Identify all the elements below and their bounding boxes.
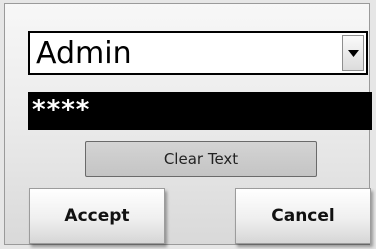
dropdown-button[interactable] (342, 35, 364, 71)
accept-button[interactable]: Accept (29, 188, 165, 244)
cancel-button[interactable]: Cancel (235, 188, 371, 244)
password-masked-text: **** (32, 95, 91, 125)
user-select[interactable]: Admin (28, 31, 368, 75)
user-select-value: Admin (36, 36, 132, 71)
clear-text-button[interactable]: Clear Text (85, 141, 317, 177)
chevron-down-icon (348, 50, 359, 57)
password-field[interactable]: **** (28, 92, 372, 130)
login-panel: Admin **** Clear Text Accept Cancel (4, 3, 372, 245)
